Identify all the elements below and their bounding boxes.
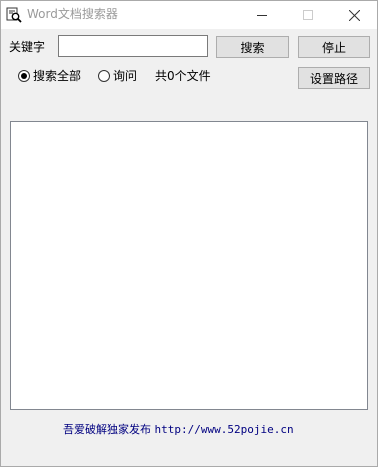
results-list[interactable] [10,121,368,410]
keyword-label: 关键字 [9,40,46,54]
title-bar[interactable]: Word文档搜索器 [1,1,377,29]
close-icon [348,9,360,21]
radio-query-label[interactable]: 询问 [113,68,137,84]
file-count-label: 共0个文件 [155,69,211,83]
keyword-input[interactable] [58,35,208,57]
radio-query[interactable] [98,70,110,82]
search-button[interactable]: 搜索 [216,36,289,58]
set-path-button[interactable]: 设置路径 [298,67,370,89]
minimize-button[interactable] [239,1,285,29]
window-title: Word文档搜索器 [27,7,118,21]
app-search-icon [6,7,22,23]
radio-selected-dot [21,73,27,79]
app-window: Word文档搜索器 关键字 搜索 停止 搜索全部 询问 共0个文件 设置路径 吾… [0,0,378,467]
footer-text: 吾爱破解独家发布 [63,423,151,436]
footer-credit: 吾爱破解独家发布 http://www.52pojie.cn [63,423,294,437]
close-button[interactable] [331,1,377,29]
maximize-icon [303,10,313,20]
footer-url[interactable]: http://www.52pojie.cn [155,423,294,436]
stop-button[interactable]: 停止 [298,36,370,58]
maximize-button[interactable] [285,1,331,29]
radio-search-all-label[interactable]: 搜索全部 [33,68,81,84]
minimize-icon [257,15,267,16]
radio-search-all[interactable] [18,70,30,82]
